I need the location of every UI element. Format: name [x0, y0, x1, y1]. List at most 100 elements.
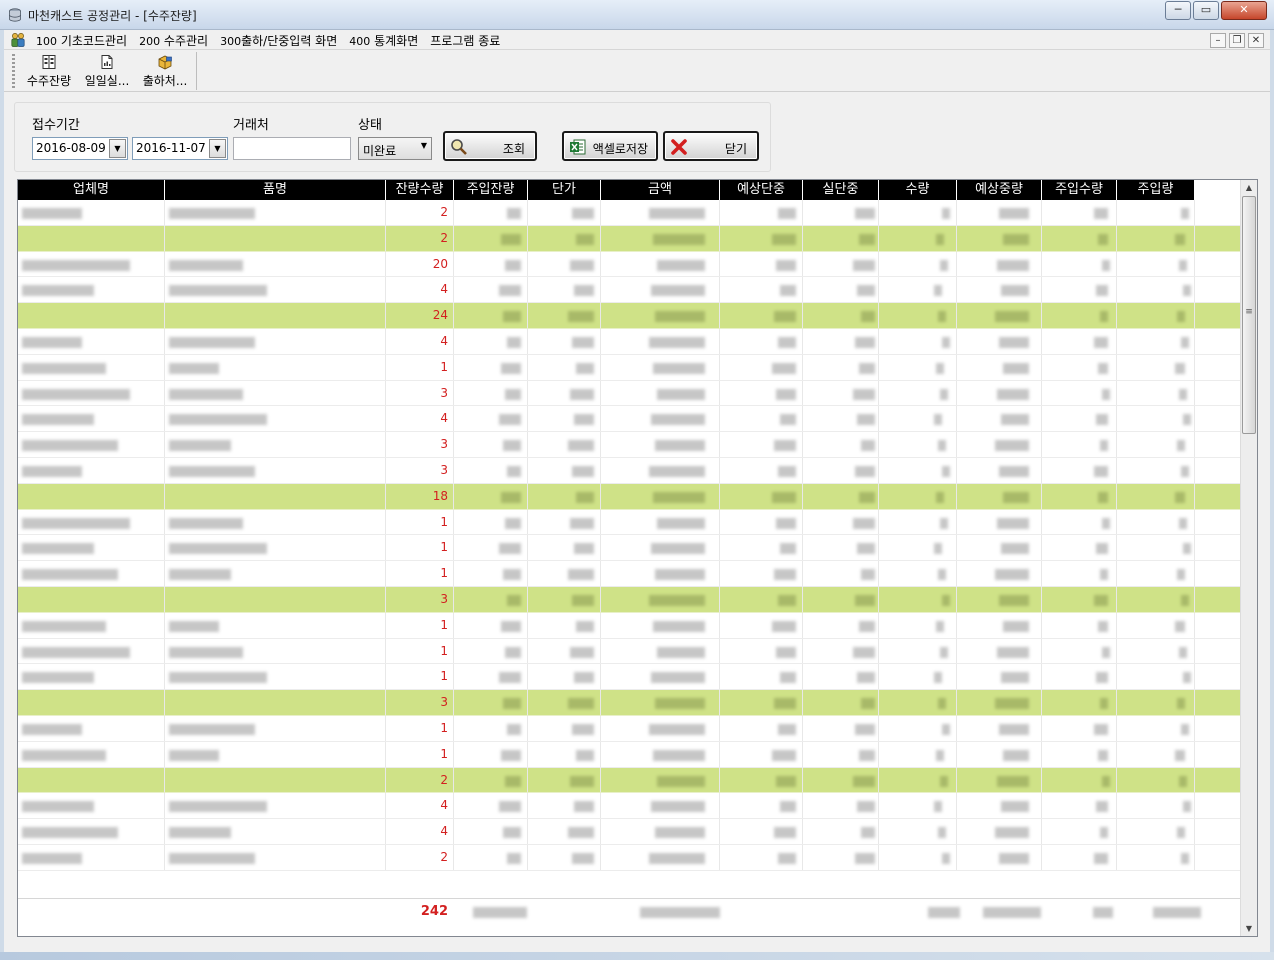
excel-save-button[interactable]: 액셀로저장 [562, 131, 658, 161]
close-form-button[interactable]: 닫기 [663, 131, 759, 161]
redacted-value [942, 852, 950, 864]
table-row[interactable]: 4 [18, 406, 1240, 433]
redacted-value [999, 723, 1029, 735]
redacted-cell [601, 586, 720, 612]
redacted-total [1093, 907, 1113, 918]
menu-basic-code[interactable]: 100 기초코드관리 [36, 32, 127, 49]
scroll-thumb[interactable]: ≡ [1242, 196, 1256, 434]
table-row[interactable]: 1 [18, 509, 1240, 536]
mdi-restore-button[interactable]: ❐ [1229, 33, 1245, 48]
redacted-value [1102, 775, 1110, 787]
scroll-down-arrow-icon[interactable]: ▼ [1241, 921, 1257, 936]
date-to-picker[interactable]: 2016-11-07 ▼ [132, 137, 228, 160]
column-header[interactable]: 실단중 [803, 180, 879, 200]
redacted-cell [879, 715, 957, 741]
redacted-total [1153, 907, 1201, 918]
column-header[interactable]: 금액 [601, 180, 720, 200]
redacted-cell [528, 715, 601, 741]
redacted-cell [957, 664, 1042, 690]
redacted-cell [879, 328, 957, 354]
redacted-cell [720, 690, 803, 715]
maximize-button[interactable]: ▭ [1193, 1, 1219, 20]
table-row[interactable]: 1 [18, 664, 1240, 691]
column-header[interactable]: 예상중량 [957, 180, 1042, 200]
table-row[interactable]: 1 [18, 535, 1240, 562]
redacted-cell [454, 406, 528, 432]
redacted-cell [454, 535, 528, 561]
column-header[interactable]: 주입수량 [1042, 180, 1117, 200]
column-header[interactable]: 주입량 [1117, 180, 1195, 200]
status-select[interactable]: 미완료 ▼ [358, 137, 432, 160]
table-row[interactable]: 3 [18, 380, 1240, 407]
vertical-scrollbar[interactable]: ▲ ≡ ▼ [1240, 180, 1257, 936]
column-header[interactable]: 수량 [879, 180, 957, 200]
redacted-cell [957, 354, 1042, 380]
dropdown-arrow-icon[interactable]: ▼ [209, 139, 226, 158]
table-row[interactable]: 2 [18, 844, 1240, 871]
toolbar-shipping-place-button[interactable]: 출하처... [138, 53, 192, 89]
redacted-cell [1117, 664, 1195, 690]
toolbar-order-balance-button[interactable]: 수주잔량 [20, 53, 78, 89]
mdi-minimize-button[interactable]: – [1210, 33, 1226, 48]
redacted-cell [1042, 844, 1117, 870]
menu-shipping-input[interactable]: 300출하/단중입력 화면 [220, 32, 337, 49]
table-row[interactable]: 4 [18, 328, 1240, 355]
minimize-button[interactable]: ─ [1165, 1, 1191, 20]
column-header[interactable]: 품명 [165, 180, 386, 200]
table-row[interactable]: 1 [18, 612, 1240, 639]
subtotal-row[interactable]: 3 [18, 690, 1240, 716]
table-row[interactable]: 4 [18, 819, 1240, 845]
table-row[interactable]: 20 [18, 251, 1240, 278]
toolbar-daily-record-button[interactable]: 일일실... [80, 53, 134, 89]
column-header[interactable]: 예상단중 [720, 180, 803, 200]
table-row[interactable]: 1 [18, 561, 1240, 587]
redacted-cell [720, 741, 803, 767]
redacted-value [940, 775, 948, 787]
redacted-cell [601, 664, 720, 690]
subtotal-row[interactable]: 18 [18, 483, 1240, 510]
column-header[interactable]: 주입잔량 [454, 180, 528, 200]
redacted-value [940, 388, 948, 400]
column-header[interactable]: 잔량수량 [386, 180, 454, 200]
table-row[interactable]: 4 [18, 277, 1240, 304]
subtotal-row[interactable]: 2 [18, 767, 1240, 794]
table-row[interactable]: 1 [18, 638, 1240, 665]
table-row[interactable]: 1 [18, 741, 1240, 768]
subtotal-row[interactable]: 3 [18, 586, 1240, 613]
redacted-value [655, 311, 705, 323]
redacted-value [1001, 285, 1029, 297]
menu-statistics[interactable]: 400 통계화면 [349, 32, 418, 49]
table-row[interactable]: 3 [18, 457, 1240, 484]
redacted-cell [1042, 664, 1117, 690]
menu-exit-program[interactable]: 프로그램 종료 [430, 32, 500, 49]
toolbar-grip[interactable] [12, 54, 15, 88]
subtotal-row[interactable]: 2 [18, 225, 1240, 252]
menu-order-management[interactable]: 200 수주관리 [139, 32, 208, 49]
redacted-cell [454, 690, 528, 715]
table-row[interactable]: 3 [18, 432, 1240, 458]
order-balance-grid[interactable]: 업체명 품명 잔량수량 주입잔량 단가 금액 예상단중 실단중 수량 예상중량 주입수량 주입량 22… [17, 179, 1258, 937]
redacted-cell [18, 690, 165, 715]
column-header[interactable]: 단가 [528, 180, 601, 200]
subtotal-row[interactable]: 24 [18, 303, 1240, 329]
client-input[interactable] [233, 137, 351, 160]
date-from-picker[interactable]: 2016-08-09 ▼ [32, 137, 128, 160]
redacted-cell [879, 844, 957, 870]
scroll-up-arrow-icon[interactable]: ▲ [1241, 180, 1257, 195]
table-row[interactable]: 1 [18, 354, 1240, 381]
search-button[interactable]: 조회 [443, 131, 537, 161]
close-window-button[interactable]: ✕ [1221, 1, 1267, 20]
dropdown-arrow-icon[interactable]: ▼ [109, 139, 126, 158]
mdi-close-button[interactable]: ✕ [1248, 33, 1264, 48]
table-row[interactable]: 4 [18, 793, 1240, 820]
total-qty: 242 [420, 904, 448, 919]
redacted-value [934, 672, 942, 684]
redacted-value [570, 517, 594, 529]
column-header[interactable]: 업체명 [18, 180, 165, 200]
table-row[interactable]: 2 [18, 200, 1240, 226]
redacted-cell [454, 225, 528, 251]
table-row[interactable]: 1 [18, 715, 1240, 742]
redacted-cell [803, 380, 879, 406]
redacted-value [780, 414, 796, 426]
redacted-cell [18, 380, 165, 406]
